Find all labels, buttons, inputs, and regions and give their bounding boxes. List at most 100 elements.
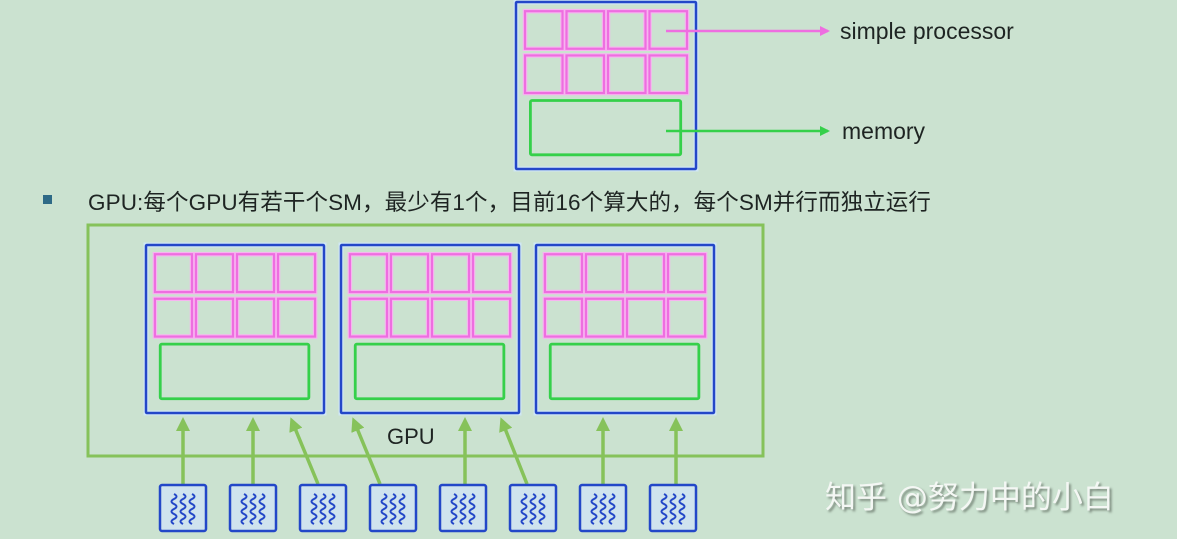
thread-block: [228, 483, 278, 533]
thread-block: [508, 483, 558, 533]
processor-glow: [152, 296, 195, 339]
processor-glow: [470, 296, 513, 339]
processor-cell: [276, 297, 317, 338]
gpu-description-text: GPU:每个GPU有若干个SM，最少有1个，目前16个算大的，每个SM并行而独立…: [88, 190, 932, 215]
processor-glow: [347, 296, 390, 339]
processor-glow: [193, 296, 236, 339]
processor-glow: [665, 296, 708, 339]
processor-glow: [234, 251, 277, 295]
processor-cell: [471, 253, 512, 294]
wavy-threads-icon: [660, 493, 686, 525]
gpu-box: [86, 223, 765, 458]
processor-cell: [523, 54, 564, 95]
processor-glow: [275, 251, 318, 295]
thread-block: [438, 483, 488, 533]
processor-cell: [430, 297, 471, 338]
processor-glow: [388, 251, 431, 295]
sm-3: [533, 242, 717, 416]
memory-block: [158, 342, 311, 401]
wavy-threads-icon: [520, 493, 546, 525]
processor-cell: [348, 297, 389, 338]
processor-cell: [584, 253, 625, 294]
thread-block: [158, 483, 208, 533]
gpu-architecture-diagram: [86, 0, 830, 533]
processor-cell: [235, 253, 276, 294]
wavy-threads-icon: [170, 493, 196, 525]
memory-block: [548, 342, 701, 401]
gpu-sm-group: [143, 242, 717, 416]
processor-glow: [542, 296, 585, 339]
sm-2: [338, 242, 522, 416]
processor-glow: [624, 296, 667, 339]
processor-glow: [429, 251, 472, 295]
thread-block-group: [158, 483, 698, 533]
thread-block: [368, 483, 418, 533]
processor-cell: [153, 297, 194, 338]
processor-cell: [194, 297, 235, 338]
processor-glow: [542, 251, 585, 295]
thread-block: [648, 483, 698, 533]
processor-cell: [348, 253, 389, 294]
processor-cell: [606, 10, 647, 50]
wavy-threads-icon: [240, 493, 266, 525]
wavy-threads-icon: [310, 493, 336, 525]
wavy-threads-icon: [380, 493, 406, 525]
processor-cell: [471, 297, 512, 338]
processor-glow: [624, 251, 667, 295]
processor-glow: [347, 251, 390, 295]
processor-cell: [153, 253, 194, 294]
sm-legend: [513, 0, 699, 172]
processor-cell: [666, 297, 707, 338]
thread-block: [298, 483, 348, 533]
processor-cell: [194, 253, 235, 294]
processor-cell: [543, 253, 584, 294]
processor-cell: [606, 54, 647, 95]
wavy-threads-icon: [590, 493, 616, 525]
wavy-threads-icon: [450, 493, 476, 525]
simple-processor-label: simple processor: [840, 18, 1014, 44]
processor-glow: [152, 251, 195, 295]
processor-glow: [564, 8, 607, 52]
memory-block: [353, 342, 506, 401]
bullet-icon: [43, 195, 52, 204]
processor-glow: [583, 251, 626, 295]
block-to-sm-arrow: [351, 417, 382, 485]
processor-cell: [543, 297, 584, 338]
memory-label: memory: [842, 118, 926, 144]
legend-sm: [513, 0, 699, 172]
processor-cell: [389, 297, 430, 338]
processor-cell: [389, 253, 430, 294]
processor-glow: [275, 296, 318, 339]
processor-glow: [522, 8, 565, 52]
processor-glow: [647, 53, 690, 96]
block-to-sm-arrow: [499, 417, 529, 485]
watermark: 知乎 @努力中的小白: [825, 480, 1114, 516]
processor-cell: [430, 253, 471, 294]
processor-glow: [605, 53, 648, 96]
processor-cell: [625, 297, 666, 338]
processor-cell: [235, 297, 276, 338]
processor-glow: [665, 251, 708, 295]
processor-cell: [584, 297, 625, 338]
gpu-label: GPU: [387, 424, 435, 449]
block-to-sm-arrow: [289, 417, 320, 485]
processor-cell: [565, 54, 606, 95]
memory-block: [529, 99, 683, 157]
processor-glow: [605, 8, 648, 52]
processor-cell: [276, 253, 317, 294]
processor-glow: [583, 296, 626, 339]
processor-glow: [522, 53, 565, 96]
processor-cell: [523, 10, 564, 50]
processor-cell: [565, 10, 606, 50]
processor-glow: [564, 53, 607, 96]
processor-glow: [388, 296, 431, 339]
processor-cell: [625, 253, 666, 294]
processor-glow: [470, 251, 513, 295]
thread-block: [578, 483, 628, 533]
sm-1: [143, 242, 327, 416]
processor-cell: [648, 54, 689, 95]
processor-cell: [666, 253, 707, 294]
processor-glow: [429, 296, 472, 339]
processor-glow: [193, 251, 236, 295]
processor-glow: [234, 296, 277, 339]
